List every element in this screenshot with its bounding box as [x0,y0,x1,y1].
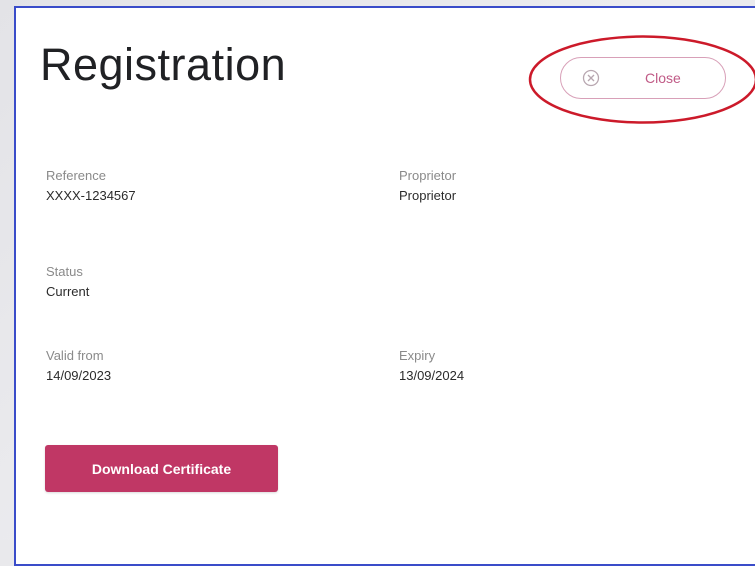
proprietor-value: Proprietor [399,188,457,203]
registration-modal: Registration Close Reference XXXX-123456… [14,6,755,566]
reference-label: Reference [46,168,106,183]
modal-title: Registration [40,39,287,90]
field-expiry: Expiry 13/09/2024 [399,348,464,383]
valid-from-label: Valid from [46,348,104,363]
field-valid-from: Valid from 14/09/2023 [46,348,111,383]
field-status: Status Current [46,264,89,299]
status-value: Current [46,284,90,299]
valid-from-value: 14/09/2023 [46,368,112,383]
download-certificate-button[interactable]: Download Certificate [45,445,278,492]
field-reference: Reference XXXX-1234567 [46,168,136,203]
status-label: Status [46,264,83,279]
expiry-value: 13/09/2024 [399,368,465,383]
reference-value: XXXX-1234567 [46,188,136,203]
field-proprietor: Proprietor Proprietor [399,168,456,203]
close-button-label: Close [645,70,681,86]
close-circle-icon [582,69,600,87]
proprietor-label: Proprietor [399,168,457,183]
expiry-label: Expiry [399,348,436,363]
close-button[interactable]: Close [560,57,726,99]
